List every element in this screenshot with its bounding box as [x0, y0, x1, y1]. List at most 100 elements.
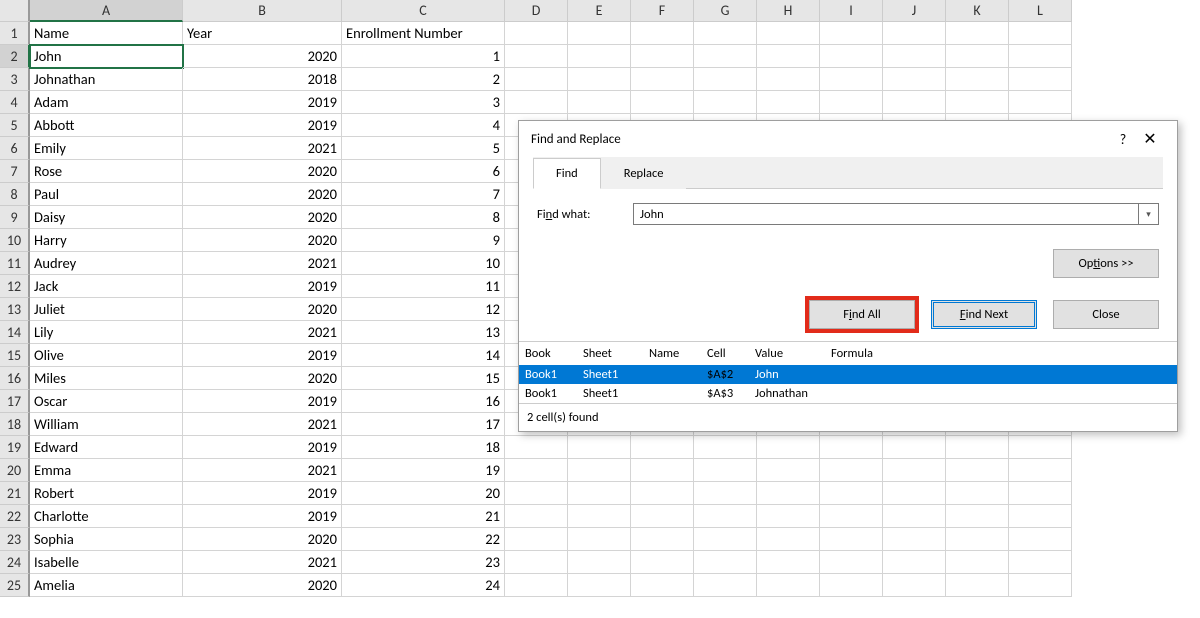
- cell-A21[interactable]: Robert: [30, 482, 183, 505]
- cell-D20[interactable]: [505, 459, 568, 482]
- cell-B17[interactable]: 2019: [183, 390, 342, 413]
- cell-G21[interactable]: [694, 482, 757, 505]
- results-col-formula[interactable]: Formula: [831, 346, 1171, 361]
- cell-C18[interactable]: 17: [342, 413, 505, 436]
- cell-C20[interactable]: 19: [342, 459, 505, 482]
- cell-H19[interactable]: [757, 436, 820, 459]
- find-what-input[interactable]: [633, 203, 1139, 225]
- cell-H4[interactable]: [757, 91, 820, 114]
- row-header-2[interactable]: 2: [0, 45, 30, 68]
- cell-A5[interactable]: Abbott: [30, 114, 183, 137]
- cell-L24[interactable]: [1009, 551, 1072, 574]
- column-header-F[interactable]: F: [631, 0, 694, 22]
- column-header-B[interactable]: B: [183, 0, 342, 22]
- cell-C14[interactable]: 13: [342, 321, 505, 344]
- cell-E20[interactable]: [568, 459, 631, 482]
- results-row[interactable]: Book1Sheet1$A$2John: [519, 365, 1177, 384]
- cell-E19[interactable]: [568, 436, 631, 459]
- cell-H22[interactable]: [757, 505, 820, 528]
- cell-D25[interactable]: [505, 574, 568, 597]
- cell-A22[interactable]: Charlotte: [30, 505, 183, 528]
- cell-B9[interactable]: 2020: [183, 206, 342, 229]
- results-col-book[interactable]: Book: [525, 346, 583, 361]
- cell-I21[interactable]: [820, 482, 883, 505]
- cell-J22[interactable]: [883, 505, 946, 528]
- cell-I1[interactable]: [820, 22, 883, 45]
- cell-F1[interactable]: [631, 22, 694, 45]
- cell-K23[interactable]: [946, 528, 1009, 551]
- cell-K25[interactable]: [946, 574, 1009, 597]
- column-header-I[interactable]: I: [820, 0, 883, 22]
- cell-E23[interactable]: [568, 528, 631, 551]
- cell-J23[interactable]: [883, 528, 946, 551]
- cell-C7[interactable]: 6: [342, 160, 505, 183]
- cell-F24[interactable]: [631, 551, 694, 574]
- help-icon[interactable]: ?: [1111, 131, 1135, 148]
- cell-C4[interactable]: 3: [342, 91, 505, 114]
- cell-D2[interactable]: [505, 45, 568, 68]
- row-header-7[interactable]: 7: [0, 160, 30, 183]
- cell-G19[interactable]: [694, 436, 757, 459]
- cell-A24[interactable]: Isabelle: [30, 551, 183, 574]
- find-all-button[interactable]: Find All: [809, 300, 915, 329]
- cell-J3[interactable]: [883, 68, 946, 91]
- cell-K1[interactable]: [946, 22, 1009, 45]
- cell-A23[interactable]: Sophia: [30, 528, 183, 551]
- cell-L2[interactable]: [1009, 45, 1072, 68]
- cell-B22[interactable]: 2019: [183, 505, 342, 528]
- column-header-H[interactable]: H: [757, 0, 820, 22]
- cell-F3[interactable]: [631, 68, 694, 91]
- find-next-button[interactable]: Find Next: [931, 300, 1037, 329]
- cell-L19[interactable]: [1009, 436, 1072, 459]
- cell-C22[interactable]: 21: [342, 505, 505, 528]
- cell-L4[interactable]: [1009, 91, 1072, 114]
- row-header-5[interactable]: 5: [0, 114, 30, 137]
- column-header-E[interactable]: E: [568, 0, 631, 22]
- cell-G2[interactable]: [694, 45, 757, 68]
- cell-A13[interactable]: Juliet: [30, 298, 183, 321]
- cell-E4[interactable]: [568, 91, 631, 114]
- cell-A8[interactable]: Paul: [30, 183, 183, 206]
- row-header-14[interactable]: 14: [0, 321, 30, 344]
- cell-C10[interactable]: 9: [342, 229, 505, 252]
- cell-G4[interactable]: [694, 91, 757, 114]
- cell-F25[interactable]: [631, 574, 694, 597]
- results-col-cell[interactable]: Cell: [703, 346, 755, 361]
- cell-C8[interactable]: 7: [342, 183, 505, 206]
- cell-K19[interactable]: [946, 436, 1009, 459]
- cell-F21[interactable]: [631, 482, 694, 505]
- row-header-17[interactable]: 17: [0, 390, 30, 413]
- cell-H20[interactable]: [757, 459, 820, 482]
- cell-F4[interactable]: [631, 91, 694, 114]
- cell-B12[interactable]: 2019: [183, 275, 342, 298]
- cell-I20[interactable]: [820, 459, 883, 482]
- options-button[interactable]: Options >>: [1053, 249, 1159, 278]
- cell-B11[interactable]: 2021: [183, 252, 342, 275]
- column-header-K[interactable]: K: [946, 0, 1009, 22]
- cell-L23[interactable]: [1009, 528, 1072, 551]
- row-header-18[interactable]: 18: [0, 413, 30, 436]
- cell-I3[interactable]: [820, 68, 883, 91]
- cell-C5[interactable]: 4: [342, 114, 505, 137]
- row-header-15[interactable]: 15: [0, 344, 30, 367]
- tab-find[interactable]: Find: [533, 158, 601, 189]
- row-header-11[interactable]: 11: [0, 252, 30, 275]
- find-history-dropdown[interactable]: ▾: [1139, 203, 1159, 225]
- cell-C25[interactable]: 24: [342, 574, 505, 597]
- column-header-D[interactable]: D: [505, 0, 568, 22]
- cell-B14[interactable]: 2021: [183, 321, 342, 344]
- cell-K20[interactable]: [946, 459, 1009, 482]
- cell-L1[interactable]: [1009, 22, 1072, 45]
- row-header-8[interactable]: 8: [0, 183, 30, 206]
- cell-A20[interactable]: Emma: [30, 459, 183, 482]
- cell-K2[interactable]: [946, 45, 1009, 68]
- cell-D3[interactable]: [505, 68, 568, 91]
- cell-J1[interactable]: [883, 22, 946, 45]
- cell-C6[interactable]: 5: [342, 137, 505, 160]
- cell-H25[interactable]: [757, 574, 820, 597]
- cell-C21[interactable]: 20: [342, 482, 505, 505]
- cell-E2[interactable]: [568, 45, 631, 68]
- cell-K24[interactable]: [946, 551, 1009, 574]
- cell-E24[interactable]: [568, 551, 631, 574]
- row-header-9[interactable]: 9: [0, 206, 30, 229]
